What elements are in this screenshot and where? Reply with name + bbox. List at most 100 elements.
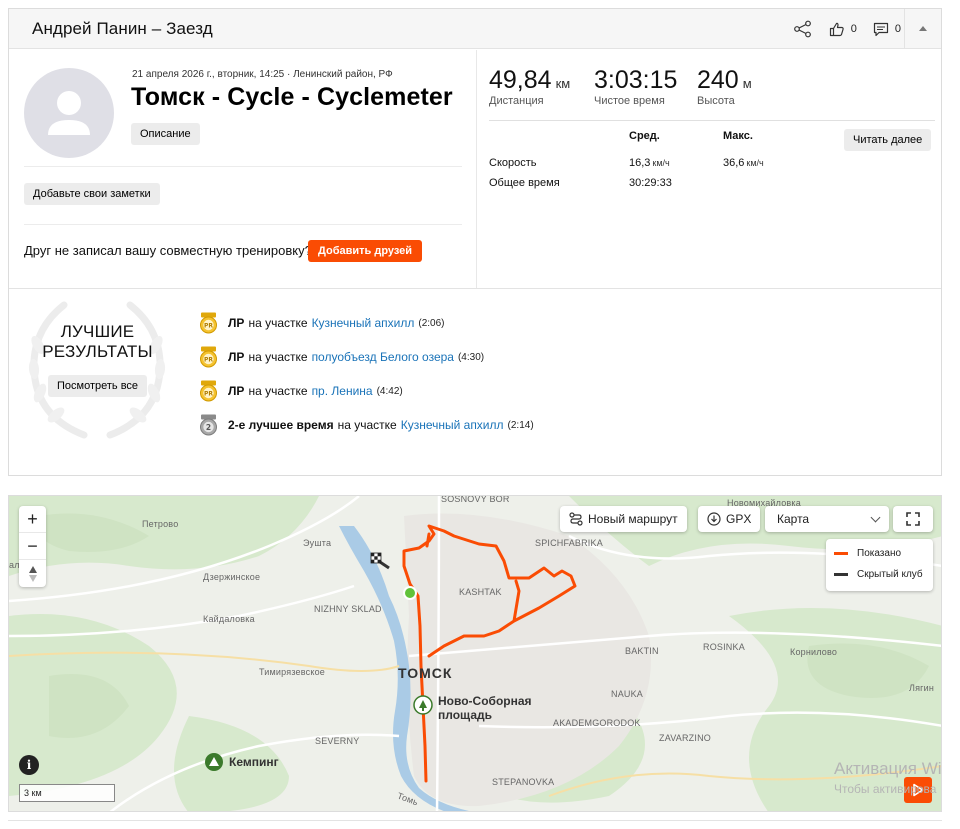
stat-elevation: 240 м Высота <box>697 66 752 107</box>
speed-avg: 16,3 км/ч <box>629 157 670 169</box>
on-segment-text: на участке <box>248 316 308 330</box>
result-item: 2 2-е лучшее время на участке Кузнечный … <box>199 414 534 436</box>
segment-link[interactable]: Кузнечный апхилл <box>312 316 415 330</box>
map-layer-select[interactable]: Карта <box>765 506 889 532</box>
map-label: KASHTAK <box>459 587 502 597</box>
medal-badge-text: PR <box>204 323 213 330</box>
user-icon <box>48 91 90 135</box>
moving-time-value: 3:03:15 <box>594 66 678 94</box>
activity-title: Томск - Cycle - Cyclemeter <box>131 83 453 111</box>
map-label: Дзержинское <box>203 572 261 582</box>
thumbs-up-icon <box>829 22 844 36</box>
map-label: BAKTIN <box>625 646 659 656</box>
compass-icon <box>28 565 37 582</box>
collapse-button[interactable] <box>904 9 941 48</box>
result-label: ЛР <box>228 384 245 398</box>
share-icon <box>793 20 811 38</box>
speed-avg-value: 16,3 <box>629 157 651 169</box>
map-label: Эушта <box>303 538 332 548</box>
result-item: PR ЛР на участке пр. Ленина (4:42) <box>199 380 403 402</box>
activity-stats: 49,84 км Дистанция 3:03:15 Чистое время 2… <box>478 50 942 288</box>
comment-icon <box>873 22 888 36</box>
activity-header: Андрей Панин – Заезд 0 0 <box>9 9 941 49</box>
like-button[interactable]: 0 <box>829 22 857 37</box>
elevation-unit: м <box>742 76 752 91</box>
likes-count: 0 <box>850 23 857 35</box>
distance-label: Дистанция <box>489 95 544 107</box>
result-item: PR ЛР на участке Кузнечный апхилл (2:06) <box>199 312 445 334</box>
map-label: AKADEMGORODOK <box>553 718 641 728</box>
route-icon <box>569 512 583 526</box>
result-time: (2:06) <box>418 317 445 329</box>
speed-max: 36,6 км/ч <box>723 157 764 169</box>
map-legend: Показано Скрытый клуб <box>826 539 933 591</box>
fullscreen-icon <box>906 512 920 526</box>
zoom-controls: + − <box>19 506 46 587</box>
divider <box>489 120 935 121</box>
info-button[interactable]: i <box>19 755 39 775</box>
result-time: (4:30) <box>457 351 485 363</box>
new-route-button[interactable]: Новый маршрут <box>560 506 687 532</box>
pr-medal-icon: PR <box>200 346 217 368</box>
add-notes-button[interactable]: Добавьте свои заметки <box>24 183 160 205</box>
windows-activation-watermark: Активация Wi <box>834 759 942 778</box>
map-label: Тимирязевское <box>259 667 325 677</box>
legend-swatch-hidden <box>834 573 848 576</box>
map-label: ZAVARZINO <box>659 733 711 743</box>
fullscreen-button[interactable] <box>893 506 933 532</box>
compass-button[interactable] <box>19 560 46 587</box>
pr-medal-icon: PR <box>200 312 217 334</box>
divider <box>24 166 462 167</box>
download-icon <box>707 512 721 526</box>
map-label: Петрово <box>142 519 179 529</box>
speed-max-unit: км/ч <box>746 158 764 168</box>
gpx-button[interactable]: GPX <box>698 506 761 532</box>
zoom-out-button[interactable]: − <box>19 533 46 560</box>
map-label: STEPANOVKA <box>492 777 555 787</box>
map-label: NAUKA <box>611 689 644 699</box>
pr-medal-icon: PR <box>200 380 217 402</box>
stat-distance: 49,84 км Дистанция <box>489 66 570 107</box>
description-button[interactable]: Описание <box>131 123 200 145</box>
total-time-value: 30:29:33 <box>629 177 672 189</box>
activity-meta: 21 апреля 2026 г., вторник, 14:25 · Лени… <box>132 69 393 80</box>
avatar[interactable] <box>24 68 114 158</box>
silver-medal-icon: 2 <box>200 414 217 436</box>
moving-time-label: Чистое время <box>594 95 665 107</box>
map-label: Лягин <box>909 683 935 693</box>
stat-moving-time: 3:03:15 Чистое время <box>594 66 677 107</box>
result-label: 2-е лучшее время <box>228 418 334 432</box>
segment-link[interactable]: пр. Ленина <box>312 384 373 398</box>
medal-badge-text: 2 <box>206 423 211 432</box>
map-label: ROSINKA <box>703 642 745 652</box>
route-map[interactable]: SOSNOVY BOR Новомихайловка Петрово Эушта… <box>8 495 942 812</box>
poi-camping-label: Кемпинг <box>229 755 279 769</box>
windows-activation-hint: Чтобы активирова <box>834 782 937 796</box>
laurel-wreath-icon <box>28 301 166 439</box>
segment-link[interactable]: полуобъезд Белого озера <box>312 350 454 364</box>
chevron-down-icon <box>870 512 881 523</box>
read-more-button[interactable]: Читать далее <box>844 129 932 151</box>
info-icon: i <box>26 758 32 772</box>
col-avg-header: Сред. <box>629 130 660 142</box>
map-layer-value: Карта <box>777 512 810 526</box>
map-label: SPICHFABRIKA <box>535 538 603 548</box>
distance-value: 49,84 <box>489 66 552 94</box>
add-friends-button[interactable]: Добавить друзей <box>308 240 423 262</box>
segment-link[interactable]: Кузнечный апхилл <box>401 418 504 432</box>
map-label: NIZHNY SKLAD <box>314 604 382 614</box>
distance-unit: км <box>555 76 571 91</box>
share-button[interactable] <box>793 20 813 38</box>
speed-label: Скорость <box>489 157 537 169</box>
result-label: ЛР <box>228 316 245 330</box>
comment-button[interactable]: 0 <box>873 22 901 37</box>
result-item: PR ЛР на участке полуобъезд Белого озера… <box>199 346 484 368</box>
best-results: ЛУЧШИЕ РЕЗУЛЬТАТЫ Посмотреть все PR ЛР н… <box>9 288 941 476</box>
elevation-value: 240 <box>697 66 739 94</box>
best-results-title: ЛУЧШИЕ РЕЗУЛЬТАТЫ <box>25 322 170 362</box>
gpx-label: GPX <box>726 512 752 526</box>
see-all-button[interactable]: Посмотреть все <box>48 375 148 397</box>
zoom-in-button[interactable]: + <box>19 506 46 533</box>
new-route-label: Новый маршрут <box>588 512 678 526</box>
city-label: ТОМСК <box>398 665 453 681</box>
